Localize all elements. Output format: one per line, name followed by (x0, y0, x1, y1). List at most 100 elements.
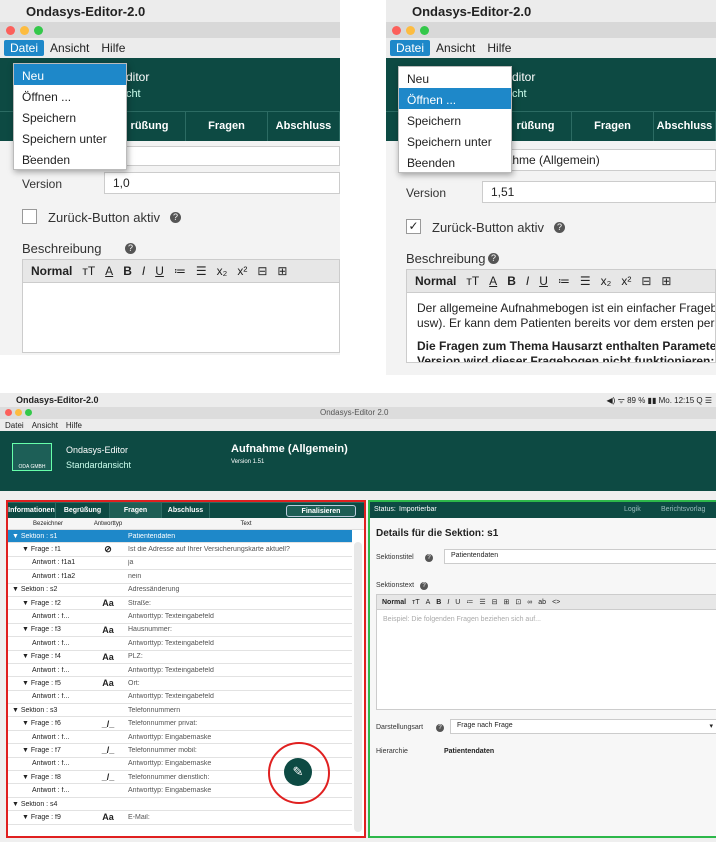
font-size-icon[interactable]: ᴛT (466, 274, 479, 288)
tab-abschluss[interactable]: Abschluss (268, 112, 340, 141)
font-color-icon[interactable]: A (426, 599, 431, 606)
menu-datei[interactable]: Datei (4, 40, 45, 56)
subscript-icon[interactable]: x₂ (601, 274, 612, 288)
column-text[interactable]: Text (128, 521, 364, 527)
tree-row[interactable]: ▼ Frage : f6 _/_ Telefonnummer privat: (8, 717, 352, 731)
help-icon[interactable]: ? (488, 253, 499, 264)
menu-item-oeffnen[interactable]: Öffnen ... (14, 85, 126, 106)
underline-icon[interactable]: U (455, 599, 460, 606)
font-color-icon[interactable]: A (105, 264, 113, 278)
menu-item-neu[interactable]: Neu (14, 64, 126, 85)
section-title-input[interactable]: Patientendaten (444, 549, 716, 564)
menu-hilfe[interactable]: Hilfe (66, 421, 82, 430)
menu-item-neu[interactable]: Neu (399, 67, 511, 88)
description-editor[interactable]: Der allgemeine Aufnahmebogen ist ein ein… (406, 293, 716, 363)
tree-row[interactable]: ▼ Frage : f5 Aa Ort: (8, 677, 352, 691)
help-icon[interactable]: ? (554, 222, 565, 233)
tree-scrollbar[interactable] (354, 542, 362, 832)
strikethrough-icon[interactable]: ab (538, 599, 546, 606)
underline-icon[interactable]: U (155, 264, 164, 278)
link-icon[interactable]: ∞ (527, 599, 532, 606)
display-type-select[interactable]: Frage nach Frage ▾ (450, 719, 716, 734)
tree-row[interactable]: ▼ Frage : f9 Aa E-Mail: (8, 811, 352, 825)
align-left-icon[interactable]: ⊟ (257, 264, 267, 278)
help-icon[interactable]: ? (436, 724, 444, 732)
tree-row[interactable]: ▼ Sektion : s2 Adressänderung (8, 583, 352, 597)
help-icon[interactable]: ? (170, 212, 181, 223)
column-bezeichner[interactable]: Bezeichner (8, 521, 88, 527)
tab-abschluss[interactable]: Abschluss (162, 503, 210, 518)
menu-ansicht[interactable]: Ansicht (32, 421, 58, 430)
tree-row[interactable]: ▼ Sektion : s3 Telefonnummern (8, 704, 352, 718)
minimize-icon[interactable] (406, 25, 415, 35)
ordered-list-icon[interactable]: ≔ (174, 264, 186, 278)
menu-datei[interactable]: Datei (390, 40, 431, 56)
section-text-editor[interactable]: Beispiel: Die folgenden Fragen beziehen … (376, 610, 716, 710)
title-input[interactable]: nahme (Allgemein) (490, 149, 716, 171)
bold-icon[interactable]: B (436, 599, 441, 606)
align-left-icon[interactable]: ⊟ (492, 598, 498, 606)
italic-icon[interactable]: I (447, 599, 449, 606)
tree-row[interactable]: Antwort : f... Antworttyp: Texteingabefel… (8, 690, 352, 705)
finalize-button[interactable]: Finalisieren (286, 505, 356, 517)
bold-icon[interactable]: B (123, 264, 132, 278)
tree-row[interactable]: Antwort : f... Antworttyp: Texteingabefel… (8, 637, 352, 651)
italic-icon[interactable]: I (142, 264, 145, 278)
menu-ansicht[interactable]: Ansicht (44, 40, 95, 56)
edit-fab-icon[interactable]: ✎ (284, 758, 312, 786)
tab-fragen[interactable]: Fragen (186, 112, 268, 141)
minimize-icon[interactable] (15, 409, 22, 416)
tree-row[interactable]: ▼ Frage : f4 Aa PLZ: (8, 650, 352, 664)
close-icon[interactable] (6, 25, 15, 35)
minimize-icon[interactable] (20, 25, 29, 35)
font-color-icon[interactable]: A (489, 274, 497, 288)
tree-row[interactable]: Antwort : f1a2 nein (8, 570, 352, 584)
menu-datei[interactable]: Datei (5, 421, 24, 430)
menu-item-speichern[interactable]: Speichern (399, 109, 511, 130)
bullet-list-icon[interactable]: ☰ (196, 264, 207, 278)
format-select[interactable]: Normal (31, 264, 72, 278)
tree-row[interactable]: Antwort : f... Antworttyp: Texteingabefel… (8, 610, 352, 624)
title-input[interactable] (104, 146, 340, 166)
align-center-icon[interactable]: ⊞ (504, 598, 510, 606)
tab-berichtsvorlage[interactable]: Berichtsvorlag (661, 506, 705, 513)
description-editor[interactable] (22, 283, 340, 353)
bold-icon[interactable]: B (507, 274, 516, 288)
back-button-checkbox[interactable] (22, 209, 37, 224)
superscript-icon[interactable]: x² (621, 274, 631, 288)
back-button-checkbox[interactable]: ✓ (406, 219, 421, 234)
version-input[interactable]: 1,0 (104, 172, 340, 194)
close-icon[interactable] (392, 25, 401, 35)
tree-row[interactable]: ▼ Frage : f1 ⊘ Ist die Adresse auf Ihrer V… (8, 543, 352, 557)
underline-icon[interactable]: U (539, 274, 548, 288)
maximize-icon[interactable] (25, 409, 32, 416)
menu-item-speichern[interactable]: Speichern (14, 106, 126, 127)
format-select[interactable]: Normal (382, 599, 406, 606)
help-icon[interactable]: ? (425, 554, 433, 562)
tree-row[interactable]: ▼ Frage : f2 Aa Straße: (8, 596, 352, 611)
superscript-icon[interactable]: x² (237, 264, 247, 278)
tree-row[interactable]: ▼ Frage : f3 Aa Hausnummer: (8, 623, 352, 638)
format-select[interactable]: Normal (415, 274, 456, 288)
tree-row[interactable]: Antwort : f... Antworttyp: Texteingabefel… (8, 663, 352, 678)
tree-row[interactable]: Antwort : f1a1 ja (8, 556, 352, 571)
align-left-icon[interactable]: ⊟ (641, 274, 651, 288)
maximize-icon[interactable] (420, 25, 429, 35)
tab-begruessung[interactable]: Begrüßung (56, 503, 110, 518)
close-icon[interactable] (5, 409, 12, 416)
tab-informationen[interactable]: Informationen (8, 503, 56, 518)
subscript-icon[interactable]: x₂ (217, 264, 228, 278)
ordered-list-icon[interactable]: ≔ (466, 598, 473, 606)
version-input[interactable]: 1,51 (482, 181, 716, 203)
tab-fragen[interactable]: Fragen (572, 112, 654, 141)
help-icon[interactable]: ? (125, 243, 136, 254)
tab-abschluss[interactable]: Abschluss (654, 112, 716, 141)
maximize-icon[interactable] (34, 25, 43, 35)
code-icon[interactable]: <> (552, 599, 560, 606)
align-center-icon[interactable]: ⊞ (277, 264, 287, 278)
bullet-list-icon[interactable]: ☰ (580, 274, 591, 288)
menu-hilfe[interactable]: Hilfe (95, 40, 131, 56)
font-size-icon[interactable]: ᴛT (82, 264, 95, 278)
tree-row[interactable]: ▼ Sektion : s1 Patientendaten (8, 530, 352, 544)
align-center-icon[interactable]: ⊞ (661, 274, 671, 288)
